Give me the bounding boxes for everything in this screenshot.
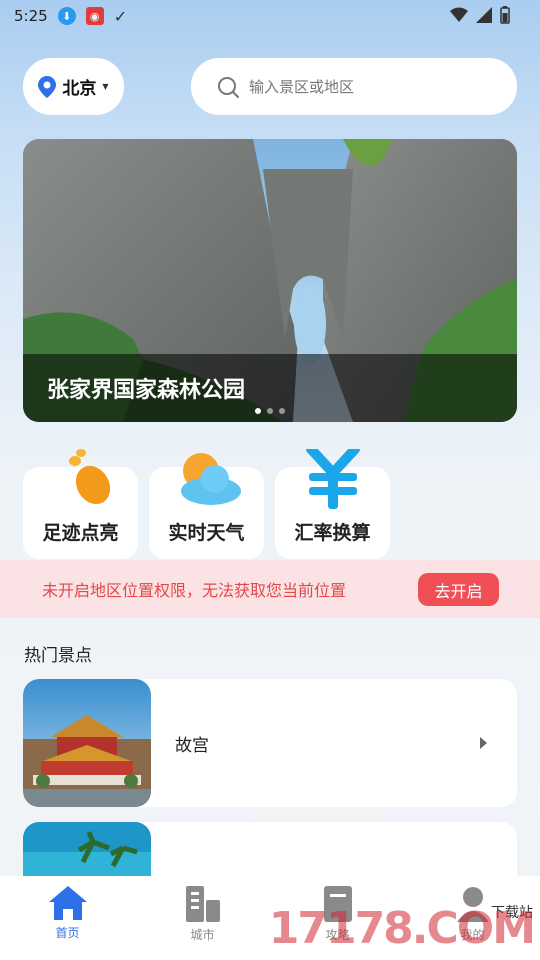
- feature-weather-button[interactable]: 实时天气: [149, 453, 264, 559]
- location-permission-banner: 未开启地区位置权限，无法获取您当前位置 去开启: [0, 560, 540, 618]
- feature-footprint-button[interactable]: 足迹点亮: [23, 449, 138, 559]
- carousel-indicator: [255, 408, 285, 414]
- carousel-dot: [255, 408, 261, 414]
- city-name: 北京: [62, 79, 97, 99]
- wifi-icon: [450, 7, 468, 22]
- home-icon: [48, 886, 87, 920]
- done-icon: ✓: [113, 6, 128, 26]
- search-input[interactable]: 输入景区或地区: [191, 58, 517, 115]
- yen-icon: [306, 449, 360, 509]
- section-title: 热门景点: [24, 646, 92, 666]
- nav-item-city[interactable]: 城市: [135, 876, 270, 960]
- city-selector[interactable]: 北京 ▼: [23, 58, 124, 115]
- weather-icon: [181, 453, 241, 505]
- feature-label: 足迹点亮: [42, 522, 119, 544]
- signal-icon: [476, 7, 492, 23]
- bottom-navigation: 首页 城市 攻略 我的 下载站 17178.COM: [0, 876, 540, 960]
- enable-location-button[interactable]: 去开启: [418, 573, 499, 606]
- footprint-icon: [69, 449, 111, 505]
- search-icon: [218, 76, 239, 98]
- status-time: 5:25: [14, 7, 48, 25]
- nav-label: 首页: [55, 926, 80, 940]
- feature-exchange-button[interactable]: 汇率换算: [275, 449, 390, 559]
- search-placeholder: 输入景区或地区: [249, 78, 355, 96]
- spot-card[interactable]: 故宫: [23, 679, 517, 807]
- location-pin-icon: [38, 75, 57, 98]
- download-icon: ⬇: [57, 7, 76, 25]
- banner-carousel[interactable]: 张家界国家森林公园: [23, 139, 517, 422]
- spot-name: 故宫: [175, 736, 209, 756]
- feature-label: 实时天气: [168, 522, 245, 544]
- battery-icon: [500, 6, 510, 24]
- feature-label: 汇率换算: [294, 522, 371, 544]
- app-notification-icon: ◉: [85, 7, 104, 25]
- spot-thumbnail: [23, 679, 151, 807]
- nav-item-home[interactable]: 首页: [0, 876, 135, 960]
- nav-label: 城市: [190, 928, 215, 942]
- dropdown-arrow-icon: ▼: [102, 82, 109, 91]
- status-bar: 5:25 ⬇ ◉ ✓: [0, 0, 540, 32]
- permission-message: 未开启地区位置权限，无法获取您当前位置: [42, 581, 347, 600]
- watermark: 17178.COM: [268, 903, 536, 954]
- carousel-dot: [267, 408, 273, 414]
- carousel-dot: [279, 408, 285, 414]
- chevron-right-icon: [480, 737, 487, 749]
- building-icon: [185, 886, 220, 922]
- banner-caption: 张家界国家森林公园: [47, 378, 246, 403]
